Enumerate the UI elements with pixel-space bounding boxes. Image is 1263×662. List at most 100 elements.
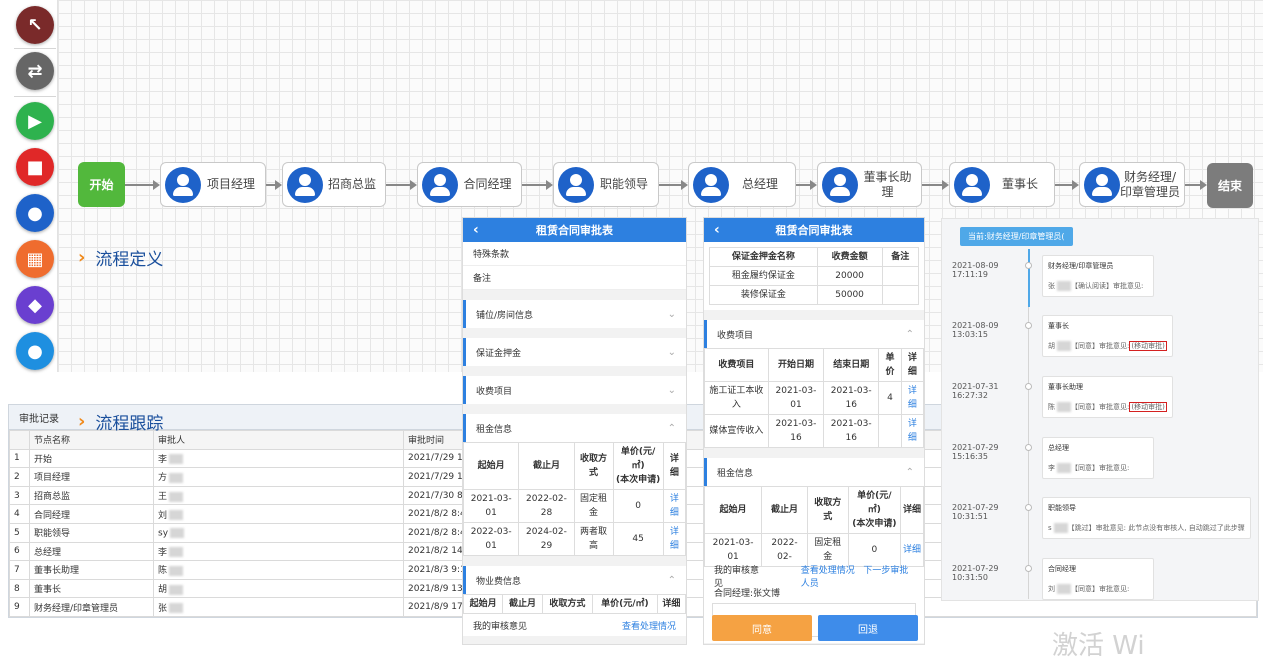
flow-arrow <box>266 180 282 190</box>
flow-node[interactable]: 招商总监 <box>282 162 386 207</box>
agree-button[interactable]: 同意 <box>712 615 812 641</box>
timeline-dot <box>1025 444 1032 451</box>
flow-node[interactable]: 合同经理 <box>417 162 522 207</box>
chevron-right-icon: › <box>78 411 86 432</box>
flow-node-label: 合同经理 <box>463 177 512 191</box>
flow-arrow <box>1055 180 1079 190</box>
section-rent-info[interactable]: 租金信息 ⌃ <box>463 414 686 442</box>
flow-node[interactable]: 董事长助理 <box>817 162 922 207</box>
timeline-dot <box>1025 504 1032 511</box>
mobile-approval-form-2: ‹ 租赁合同审批表 保证金押金名称 收费金额 备注 租金履约保证金 20000 装修保证金 5… <box>703 217 925 645</box>
diamond-icon[interactable]: ◆ <box>16 286 54 324</box>
table-row: 装修保证金 50000 <box>709 285 920 305</box>
mobile-header: ‹ 租赁合同审批表 <box>463 218 686 242</box>
col-approver: 审批人 <box>153 430 404 450</box>
timeline-dot <box>1025 322 1032 329</box>
rent-table: 起始月 截止月 收取方式 单价(元/㎡) (本次申请) 详细 2021-03-01 2022… <box>704 486 924 567</box>
current-node-badge: 当前:财务经理/印章管理员( <box>960 227 1073 246</box>
flow-node-label: 招商总监 <box>327 177 376 191</box>
swap-icon[interactable]: ⇄ <box>16 52 54 90</box>
mobile-approval-form-1: ‹ 租赁合同审批表 特殊条款 备注 铺位/房间信息 ⌄ 保证金押金 ⌄ 收费项目 ⌄ 租… <box>462 217 687 645</box>
flow-arrow <box>796 180 817 190</box>
flow-node-label: 项目经理 <box>206 177 255 191</box>
flow-arrow <box>659 180 688 190</box>
table-row: 2022-03-01 2024-02-29 两者取高 45 详细 <box>463 522 686 556</box>
user-icon <box>165 166 201 203</box>
section-property-fee[interactable]: 物业费信息 ⌃ <box>463 566 686 594</box>
flow-node[interactable]: 职能领导 <box>553 162 659 207</box>
timeline-card: 董事长助理陈【同意】审批意见: (移动审批) <box>1042 376 1173 418</box>
chevron-up-icon: ⌃ <box>905 328 914 340</box>
flow-node[interactable]: 董事长 <box>949 162 1055 207</box>
rent-table: 起始月 截止月 收取方式 单价(元/㎡) (本次申请) 详细 2021-03-01 2022… <box>463 442 686 556</box>
row-special-terms: 特殊条款 <box>463 242 686 266</box>
chevron-down-icon: ⌄ <box>667 308 676 320</box>
flow-arrow <box>522 180 553 190</box>
section-rent-info[interactable]: 租金信息 ⌃ <box>704 458 924 486</box>
property-fee-table: 起始月 截止月 收取方式 单价(元/㎡) 详细 <box>463 594 686 614</box>
mobile-header: ‹ 租赁合同审批表 <box>704 218 924 242</box>
flow-arrow <box>1185 180 1207 190</box>
chevron-right-icon: › <box>78 247 86 268</box>
play-icon[interactable]: ▶ <box>16 102 54 140</box>
flow-node-label: 董事长助理 <box>863 169 912 199</box>
user-icon <box>287 166 323 203</box>
section-title-tracking: › 流程跟踪 <box>78 411 164 434</box>
view-process-link[interactable]: 查看处理情况 <box>622 619 676 632</box>
timeline-dot <box>1025 565 1032 572</box>
mobile-approval-tag: (移动审批) <box>1129 341 1167 351</box>
flow-node[interactable]: 总经理 <box>688 162 796 207</box>
section-shop-room[interactable]: 铺位/房间信息 ⌄ <box>463 300 686 328</box>
row-remark: 备注 <box>463 266 686 290</box>
user-icon <box>954 166 990 203</box>
flow-arrow <box>922 180 949 190</box>
table-row: 2021-03-01 2022-02-28 固定租金 0 详细 <box>463 489 686 523</box>
user-icon <box>822 166 858 203</box>
timeline-dot <box>1025 262 1032 269</box>
reader-icon[interactable]: ● <box>16 332 54 370</box>
tool-palette: ↖ ⇄ ▶ ■ ● ▦ ◆ ● <box>12 0 58 372</box>
start-node[interactable]: 开始 <box>78 162 125 207</box>
chevron-up-icon: ⌃ <box>905 466 914 478</box>
chevron-up-icon: ⌃ <box>667 422 676 434</box>
back-icon[interactable]: ‹ <box>714 222 720 238</box>
timeline-card: 合同经理刘【同意】审批意见: <box>1042 558 1154 600</box>
end-node[interactable]: 结束 <box>1207 163 1253 208</box>
section-title-definition: › 流程定义 <box>78 247 164 270</box>
user-icon <box>422 166 458 203</box>
user-icon <box>693 166 729 203</box>
flow-arrow <box>125 180 160 190</box>
user-icon <box>558 166 594 203</box>
view-process-link[interactable]: 查看处理情况 <box>801 566 855 576</box>
table-row: 施工证工本收入 2021-03-01 2021-03-16 4 详细 <box>704 381 924 415</box>
opinion-row: 我的审核意见 查看处理情况 <box>463 614 686 636</box>
return-button[interactable]: 回退 <box>818 615 918 641</box>
opinion-row: 我的审核意见 查看处理情况 下一步审批人员 <box>704 566 924 589</box>
table-row: 租金履约保证金 20000 <box>709 266 920 286</box>
timeline-card: 财务经理/印章管理员张【确认阅读】审批意见: <box>1042 255 1154 297</box>
grid-icon[interactable]: ▦ <box>16 240 54 278</box>
timeline-dot <box>1025 383 1032 390</box>
flow-arrow <box>386 180 417 190</box>
section-fee-items[interactable]: 收费项目 ⌄ <box>463 376 686 404</box>
mobile-approval-tag: (移动审批) <box>1129 402 1167 412</box>
table-row: 媒体宣传收入 2021-03-16 2021-03-16 详细 <box>704 414 924 448</box>
arrow-up-left-icon[interactable]: ↖ <box>16 6 54 44</box>
chevron-up-icon: ⌃ <box>667 574 676 586</box>
stop-icon[interactable]: ■ <box>16 148 54 186</box>
flow-node-label: 财务经理/ 印章管理员 <box>1120 169 1181 199</box>
flow-node-label: 职能领导 <box>599 177 648 191</box>
chevron-down-icon: ⌄ <box>667 384 676 396</box>
section-deposit[interactable]: 保证金押金 ⌄ <box>463 338 686 366</box>
back-icon[interactable]: ‹ <box>473 222 479 238</box>
timeline-card: 董事长胡【同意】审批意见: (移动审批) <box>1042 315 1173 357</box>
table-row: 2021-03-01 2022-02- 固定租金 0 详细 <box>704 533 924 567</box>
flow-node[interactable]: 项目经理 <box>160 162 266 207</box>
user-icon[interactable]: ● <box>16 194 54 232</box>
fee-table: 收费项目 开始日期 结束日期 单价 详细 施工证工本收入 2021-03-01 2021-03… <box>704 348 924 448</box>
section-fee-items[interactable]: 收费项目 ⌃ <box>704 320 924 348</box>
flow-node[interactable]: 财务经理/ 印章管理员 <box>1079 162 1185 207</box>
chevron-down-icon: ⌄ <box>667 346 676 358</box>
flow-node-label: 董事长 <box>1001 177 1038 191</box>
timeline-card: 职能领导 s 【跳过】审批意见: 此节点没有审核人, 自动跳过了此步骤 <box>1042 497 1251 539</box>
